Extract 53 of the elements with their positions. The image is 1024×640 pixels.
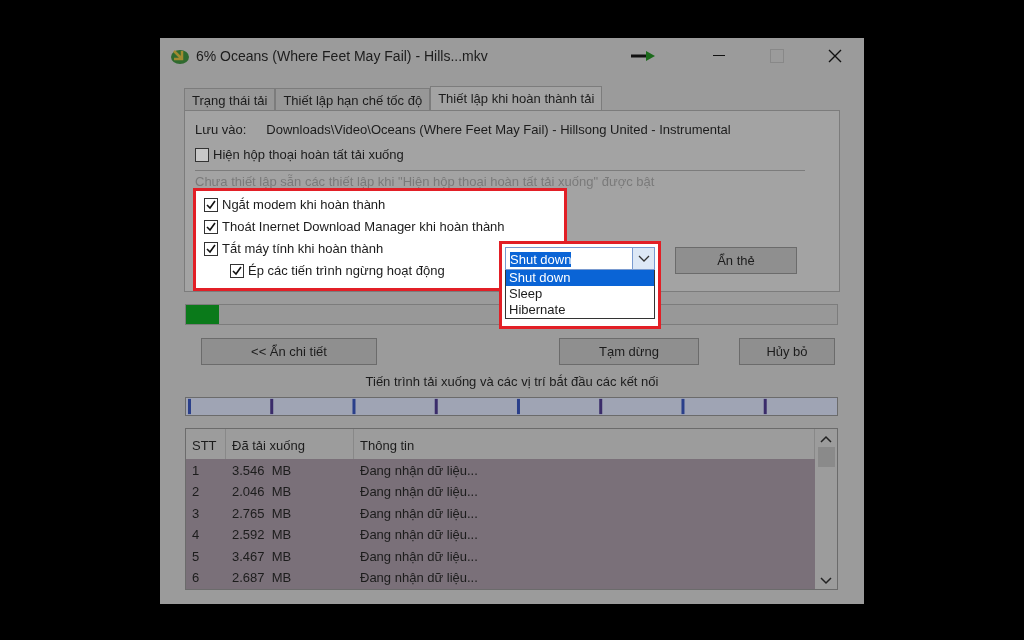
checkbox[interactable] [204,220,218,234]
tab[interactable]: Thiết lập khi hoàn thành tải [430,86,603,111]
table-cell-text: Đang nhận dữ liệu... [359,483,479,501]
action-button[interactable]: << Ẩn chi tiết [201,338,377,365]
action-button[interactable]: Hủy bỏ [739,338,835,365]
dropdown-option[interactable]: Shut down [506,270,654,286]
table-cell-text: 2.046 MB [231,483,293,501]
app-icon [170,47,190,65]
table-cell-text: Đang nhận dữ liệu... [359,504,479,523]
table-cell-text: 2.687 MB [231,569,293,587]
close-icon [828,49,842,63]
save-path: Downloads\Video\Oceans (Where Feet May Fail) - Hillsong United - Instrumental [266,120,731,139]
checkbox[interactable] [204,198,218,212]
table-cell-text: Đang nhận dữ liệu... [359,461,479,480]
minimize-icon [713,55,725,57]
table-cell-text: 1 [191,461,201,480]
connections-label: Tiến trình tải xuống và các vị trí bắt đầu các kết nối [364,373,660,391]
checkbox-label: Ngắt modem khi hoàn thành [222,196,386,215]
dropdown-option[interactable]: Sleep [506,286,654,302]
hide-tabs-button[interactable]: Ẩn thẻ [675,247,797,274]
action-button[interactable]: Tạm dừng [559,338,699,365]
checkbox[interactable] [230,264,244,278]
table-cell-text: Đang nhận dữ liệu... [359,569,479,587]
checkbox-label: Ép các tiến trình ngừng hoạt động [248,262,445,281]
column-header[interactable]: Đã tải xuống [226,428,354,459]
scrollbar[interactable] [815,428,837,589]
arrow-icon [630,50,656,62]
table-cell-text: 3.546 MB [231,461,293,480]
checkbox-label: Hiện hộp thoại hoàn tất tải xuống [213,145,404,164]
checkbox[interactable] [204,242,218,256]
dropdown-caret-icon [637,254,650,263]
column-header[interactable]: STT [186,428,226,459]
table-cell-text: 2.765 MB [231,504,293,523]
table-cell-text: 6 [191,569,201,587]
table-cell-text: 4 [191,526,201,544]
window-title: 6% Oceans (Where Feet May Fail) - Hills...mkv [196,46,488,66]
tab[interactable]: Thiết lập hạn chế tốc độ [275,88,431,110]
checkbox-label: Thoát Inernet Download Manager khi hoàn thành [222,218,505,237]
dropdown-option[interactable]: Hibernate [506,302,654,318]
scroll-down-icon[interactable] [820,576,832,585]
table-cell-text: 2.592 MB [231,526,293,544]
checkbox[interactable] [195,147,209,162]
scroll-up-icon[interactable] [820,434,832,443]
save-to-label: Lưu vào: [195,120,247,139]
table-cell-text: 3 [191,504,201,523]
shutdown-dropdown[interactable]: Shut down [505,247,655,270]
table-cell-text: 5 [191,547,201,566]
table-cell-text: 2 [191,483,201,501]
checkbox-label: Tắt máy tính khi hoàn thành [222,240,384,259]
table-cell-text: Đang nhận dữ liệu... [359,547,479,566]
table-cell-text: 3.467 MB [231,547,293,566]
tab[interactable]: Trạng thái tải [184,88,276,110]
table-cell-text: Đang nhận dữ liệu... [359,526,479,544]
